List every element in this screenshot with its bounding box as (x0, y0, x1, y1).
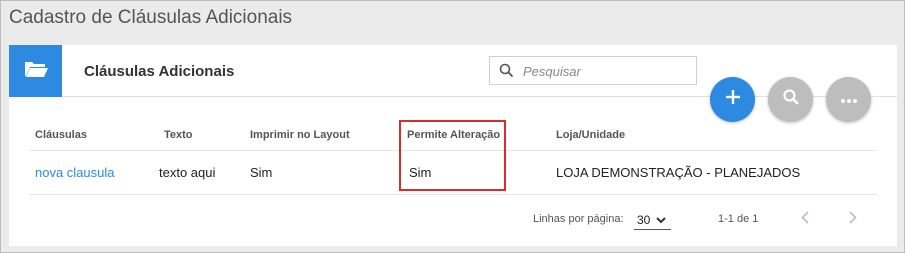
column-header-imprimir[interactable]: Imprimir no Layout (250, 129, 350, 141)
folder-open-icon (23, 59, 49, 84)
more-options-button[interactable] (826, 77, 871, 122)
pagination-range: 1-1 de 1 (718, 213, 759, 225)
rows-per-page-select[interactable]: 30 (634, 210, 671, 230)
highlight-box (399, 120, 506, 191)
search-icon (782, 88, 800, 111)
rows-per-page-value: 30 (637, 212, 651, 227)
cell-loja-unidade: LOJA DEMONSTRAÇÃO - PLANEJADOS (556, 165, 801, 180)
clauses-card: Cláusulas Adicionais Pesquisar Cláusulas… (9, 45, 897, 246)
card-header: Cláusulas Adicionais (9, 45, 897, 97)
folder-tile (9, 45, 62, 97)
cell-clausula-link[interactable]: nova clausula (35, 165, 115, 180)
chevron-right-icon (849, 211, 857, 229)
add-button[interactable] (710, 77, 755, 122)
previous-page-button[interactable] (795, 210, 815, 230)
plus-icon (725, 89, 741, 110)
filter-search-button[interactable] (768, 77, 813, 122)
rows-per-page-label: Linhas por página: (533, 213, 624, 225)
row-divider (29, 194, 877, 195)
search-field[interactable] (489, 56, 697, 85)
column-header-clausulas[interactable]: Cláusulas (35, 129, 87, 141)
column-header-loja-unidade[interactable]: Loja/Unidade (556, 129, 625, 141)
cell-imprimir: Sim (250, 165, 273, 180)
chevron-down-icon (656, 213, 667, 227)
search-icon (499, 63, 514, 83)
page-title: Cadastro de Cláusulas Adicionais (9, 7, 293, 28)
search-input[interactable] (523, 61, 691, 81)
card-title: Cláusulas Adicionais (84, 63, 235, 80)
more-horizontal-icon (840, 91, 858, 109)
cell-texto: texto aqui (159, 165, 216, 180)
column-header-texto[interactable]: Texto (164, 129, 193, 141)
chevron-left-icon (801, 211, 809, 229)
next-page-button[interactable] (843, 210, 863, 230)
